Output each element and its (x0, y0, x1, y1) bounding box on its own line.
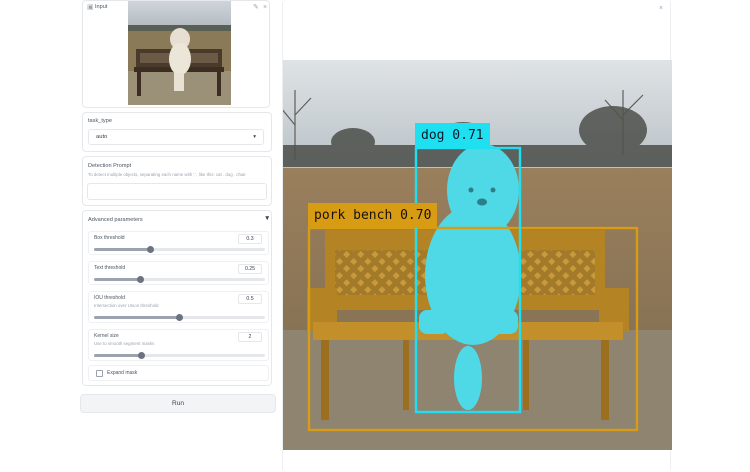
kernel-size-track[interactable] (94, 352, 265, 359)
iou-threshold-slider: IOU threshold Intersection over Union th… (88, 291, 269, 323)
kernel-size-label: Kernel size (94, 333, 119, 339)
box-threshold-handle[interactable] (146, 246, 154, 253)
detection-prompt-panel: Detection Prompt To detect multiple obje… (82, 156, 272, 206)
detection-prompt-hint: To detect multiple objects, separating e… (88, 172, 246, 177)
kernel-size-fill (94, 354, 142, 357)
text-threshold-fill (94, 278, 141, 281)
expand-mask-label[interactable]: Expand mask (107, 370, 137, 376)
box-threshold-fill (94, 248, 151, 251)
collapse-triangle-icon[interactable]: ▼ (264, 215, 270, 223)
input-image[interactable] (128, 1, 231, 105)
output-image: dog 0.71 pork bench 0.70 (283, 60, 672, 450)
advanced-parameters-accordion: Advanced parameters ▼ Box threshold 0.3 … (82, 210, 272, 386)
advanced-parameters-title[interactable]: Advanced parameters (88, 217, 143, 223)
box-threshold-number[interactable]: 0.3 (238, 234, 262, 244)
text-threshold-slider: Text threshold 0.25 (88, 261, 269, 285)
run-button[interactable]: Run (80, 394, 276, 413)
detection-prompt-label: Detection Prompt (88, 163, 132, 169)
iou-threshold-label: IOU threshold (94, 295, 125, 301)
box-threshold-label: Box threshold (94, 235, 125, 241)
kernel-size-handle[interactable] (138, 352, 146, 359)
kernel-size-number[interactable]: 2 (238, 332, 262, 342)
task-type-value: auto (96, 134, 108, 140)
dropdown-caret-icon: ▾ (253, 134, 256, 140)
dog-detection-label: dog 0.71 (415, 123, 490, 148)
task-type-dropdown[interactable]: auto ▾ (88, 129, 264, 145)
iou-threshold-number[interactable]: 0.5 (238, 294, 262, 304)
detection-prompt-input[interactable] (87, 183, 267, 200)
output-image-picture (283, 60, 672, 450)
text-threshold-handle[interactable] (136, 276, 144, 283)
kernel-size-slider: Kernel size Use to smooth segment masks … (88, 329, 269, 361)
expand-mask-checkbox[interactable] (96, 370, 103, 377)
box-threshold-slider: Box threshold 0.3 (88, 231, 269, 255)
close-output-icon[interactable]: × (659, 5, 663, 12)
text-threshold-track[interactable] (94, 276, 265, 283)
iou-threshold-track[interactable] (94, 314, 265, 321)
text-threshold-label: Text threshold (94, 265, 126, 271)
kernel-size-hint: Use to smooth segment masks (94, 341, 155, 346)
text-threshold-number[interactable]: 0.25 (238, 264, 262, 274)
iou-threshold-hint: Intersection over Union threshold (94, 303, 159, 308)
input-image-picture (128, 1, 231, 105)
edit-icon[interactable]: ✎ (253, 4, 259, 11)
box-threshold-track[interactable] (94, 246, 265, 253)
iou-threshold-fill (94, 316, 180, 319)
expand-mask-row: Expand mask (88, 365, 269, 381)
image-icon: ▣ (87, 4, 94, 11)
output-image-panel: × dog 0.71 pork bench 0.70 (282, 0, 672, 472)
bench-detection-label: pork bench 0.70 (308, 203, 438, 228)
iou-threshold-handle[interactable] (176, 314, 183, 321)
task-type-panel: task_type auto ▾ (82, 112, 272, 152)
input-image-label: Input (95, 4, 108, 10)
close-icon[interactable]: × (263, 4, 267, 11)
input-image-panel: ▣ Input ✎ × (82, 0, 270, 108)
task-type-label: task_type (88, 118, 112, 124)
